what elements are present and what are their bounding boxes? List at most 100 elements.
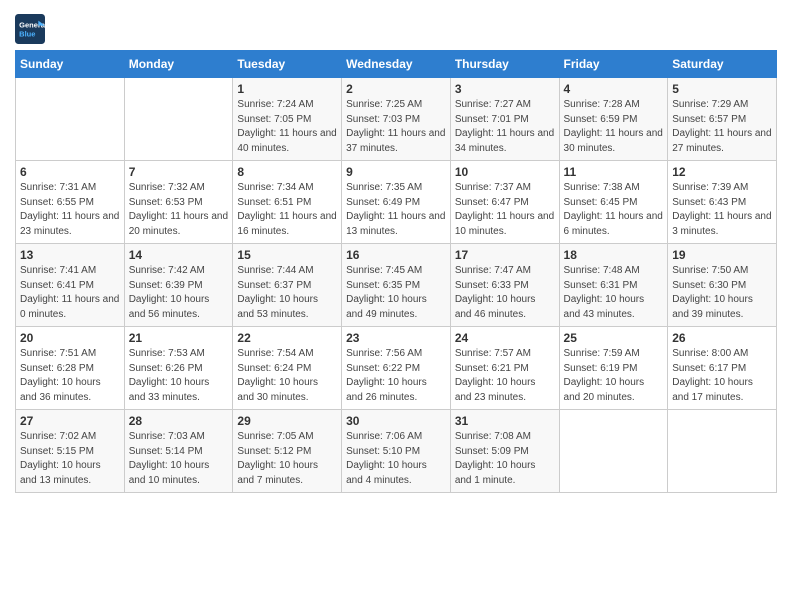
- day-header-wednesday: Wednesday: [342, 51, 451, 78]
- calendar-cell: 4 Sunrise: 7:28 AM Sunset: 6:59 PM Daylig…: [559, 78, 668, 161]
- calendar-week-row: 13 Sunrise: 7:41 AM Sunset: 6:41 PM Dayli…: [16, 244, 777, 327]
- calendar-cell: 5Sunrise: 7:29 AM Sunset: 6:57 PM Daylig…: [668, 78, 777, 161]
- logo-icon: General Blue: [15, 14, 45, 44]
- day-number: 10: [455, 165, 555, 179]
- calendar-cell: 13 Sunrise: 7:41 AM Sunset: 6:41 PM Dayli…: [16, 244, 125, 327]
- day-number: 13: [20, 248, 120, 262]
- day-header-saturday: Saturday: [668, 51, 777, 78]
- day-info: Sunrise: 7:28 AM Sunset: 6:59 PM Dayligh…: [564, 98, 664, 156]
- day-number: 5: [672, 82, 772, 96]
- logo: General Blue: [15, 14, 47, 44]
- page-header: General Blue: [15, 10, 777, 44]
- day-info: Sunrise: 7:24 AM Sunset: 7:05 PM Dayligh…: [237, 98, 337, 156]
- day-number: 23: [346, 331, 446, 345]
- day-number: 3: [455, 82, 555, 96]
- calendar-cell: 1Sunrise: 7:24 AM Sunset: 7:05 PM Daylig…: [233, 78, 342, 161]
- day-number: 28: [129, 414, 229, 428]
- calendar-cell: 29 Sunrise: 7:05 AM Sunset: 5:12 PM Dayli…: [233, 410, 342, 493]
- calendar-cell: [559, 410, 668, 493]
- day-info: Sunrise: 7:08 AM Sunset: 5:09 PM Dayligh…: [455, 430, 555, 488]
- day-number: 26: [672, 331, 772, 345]
- calendar-cell: 21Sunrise: 7:53 AM Sunset: 6:26 PM Dayli…: [124, 327, 233, 410]
- day-info: Sunrise: 7:35 AM Sunset: 6:49 PM Dayligh…: [346, 181, 446, 239]
- day-header-monday: Monday: [124, 51, 233, 78]
- calendar-table: SundayMondayTuesdayWednesdayThursdayFrid…: [15, 50, 777, 493]
- calendar-cell: 14 Sunrise: 7:42 AM Sunset: 6:39 PM Dayli…: [124, 244, 233, 327]
- day-header-thursday: Thursday: [450, 51, 559, 78]
- calendar-cell: 9 Sunrise: 7:35 AM Sunset: 6:49 PM Daylig…: [342, 161, 451, 244]
- day-info: Sunrise: 7:34 AM Sunset: 6:51 PM Dayligh…: [237, 181, 337, 239]
- day-number: 12: [672, 165, 772, 179]
- day-number: 8: [237, 165, 337, 179]
- day-info: Sunrise: 7:50 AM Sunset: 6:30 PM Dayligh…: [672, 264, 772, 322]
- calendar-cell: 16Sunrise: 7:45 AM Sunset: 6:35 PM Dayli…: [342, 244, 451, 327]
- day-number: 7: [129, 165, 229, 179]
- calendar-cell: 7Sunrise: 7:32 AM Sunset: 6:53 PM Daylig…: [124, 161, 233, 244]
- day-header-tuesday: Tuesday: [233, 51, 342, 78]
- calendar-cell: 6 Sunrise: 7:31 AM Sunset: 6:55 PM Daylig…: [16, 161, 125, 244]
- day-number: 20: [20, 331, 120, 345]
- calendar-cell: 20 Sunrise: 7:51 AM Sunset: 6:28 PM Dayli…: [16, 327, 125, 410]
- calendar-cell: [16, 78, 125, 161]
- calendar-cell: 27Sunrise: 7:02 AM Sunset: 5:15 PM Dayli…: [16, 410, 125, 493]
- day-info: Sunrise: 7:44 AM Sunset: 6:37 PM Dayligh…: [237, 264, 337, 322]
- day-info: Sunrise: 7:53 AM Sunset: 6:26 PM Dayligh…: [129, 347, 229, 405]
- day-info: Sunrise: 7:06 AM Sunset: 5:10 PM Dayligh…: [346, 430, 446, 488]
- day-number: 16: [346, 248, 446, 262]
- day-info: Sunrise: 7:27 AM Sunset: 7:01 PM Dayligh…: [455, 98, 555, 156]
- day-header-friday: Friday: [559, 51, 668, 78]
- calendar-cell: 23 Sunrise: 7:56 AM Sunset: 6:22 PM Dayli…: [342, 327, 451, 410]
- day-info: Sunrise: 7:39 AM Sunset: 6:43 PM Dayligh…: [672, 181, 772, 239]
- calendar-header-row: SundayMondayTuesdayWednesdayThursdayFrid…: [16, 51, 777, 78]
- day-info: Sunrise: 7:56 AM Sunset: 6:22 PM Dayligh…: [346, 347, 446, 405]
- calendar-cell: 15 Sunrise: 7:44 AM Sunset: 6:37 PM Dayli…: [233, 244, 342, 327]
- day-header-sunday: Sunday: [16, 51, 125, 78]
- day-info: Sunrise: 7:03 AM Sunset: 5:14 PM Dayligh…: [129, 430, 229, 488]
- calendar-cell: [668, 410, 777, 493]
- day-number: 15: [237, 248, 337, 262]
- day-number: 27: [20, 414, 120, 428]
- day-number: 17: [455, 248, 555, 262]
- day-info: Sunrise: 7:59 AM Sunset: 6:19 PM Dayligh…: [564, 347, 664, 405]
- day-number: 11: [564, 165, 664, 179]
- day-number: 29: [237, 414, 337, 428]
- calendar-cell: 22Sunrise: 7:54 AM Sunset: 6:24 PM Dayli…: [233, 327, 342, 410]
- calendar-cell: 25 Sunrise: 7:59 AM Sunset: 6:19 PM Dayli…: [559, 327, 668, 410]
- calendar-cell: 26 Sunrise: 8:00 AM Sunset: 6:17 PM Dayli…: [668, 327, 777, 410]
- calendar-cell: 31 Sunrise: 7:08 AM Sunset: 5:09 PM Dayli…: [450, 410, 559, 493]
- day-info: Sunrise: 7:31 AM Sunset: 6:55 PM Dayligh…: [20, 181, 120, 239]
- day-number: 25: [564, 331, 664, 345]
- day-info: Sunrise: 7:48 AM Sunset: 6:31 PM Dayligh…: [564, 264, 664, 322]
- day-info: Sunrise: 7:51 AM Sunset: 6:28 PM Dayligh…: [20, 347, 120, 405]
- calendar-cell: 19 Sunrise: 7:50 AM Sunset: 6:30 PM Dayli…: [668, 244, 777, 327]
- calendar-cell: 18 Sunrise: 7:48 AM Sunset: 6:31 PM Dayli…: [559, 244, 668, 327]
- day-number: 9: [346, 165, 446, 179]
- day-info: Sunrise: 7:42 AM Sunset: 6:39 PM Dayligh…: [129, 264, 229, 322]
- day-info: Sunrise: 7:25 AM Sunset: 7:03 PM Dayligh…: [346, 98, 446, 156]
- calendar-cell: 8 Sunrise: 7:34 AM Sunset: 6:51 PM Daylig…: [233, 161, 342, 244]
- day-number: 4: [564, 82, 664, 96]
- calendar-cell: 11Sunrise: 7:38 AM Sunset: 6:45 PM Dayli…: [559, 161, 668, 244]
- calendar-week-row: 27Sunrise: 7:02 AM Sunset: 5:15 PM Dayli…: [16, 410, 777, 493]
- day-info: Sunrise: 8:00 AM Sunset: 6:17 PM Dayligh…: [672, 347, 772, 405]
- calendar-cell: 12 Sunrise: 7:39 AM Sunset: 6:43 PM Dayli…: [668, 161, 777, 244]
- calendar-cell: 30Sunrise: 7:06 AM Sunset: 5:10 PM Dayli…: [342, 410, 451, 493]
- calendar-cell: 2 Sunrise: 7:25 AM Sunset: 7:03 PM Daylig…: [342, 78, 451, 161]
- day-info: Sunrise: 7:47 AM Sunset: 6:33 PM Dayligh…: [455, 264, 555, 322]
- day-info: Sunrise: 7:57 AM Sunset: 6:21 PM Dayligh…: [455, 347, 555, 405]
- calendar-cell: [124, 78, 233, 161]
- day-number: 6: [20, 165, 120, 179]
- day-info: Sunrise: 7:41 AM Sunset: 6:41 PM Dayligh…: [20, 264, 120, 322]
- calendar-week-row: 6 Sunrise: 7:31 AM Sunset: 6:55 PM Daylig…: [16, 161, 777, 244]
- day-number: 2: [346, 82, 446, 96]
- day-info: Sunrise: 7:05 AM Sunset: 5:12 PM Dayligh…: [237, 430, 337, 488]
- calendar-week-row: 20 Sunrise: 7:51 AM Sunset: 6:28 PM Dayli…: [16, 327, 777, 410]
- day-number: 18: [564, 248, 664, 262]
- day-info: Sunrise: 7:37 AM Sunset: 6:47 PM Dayligh…: [455, 181, 555, 239]
- calendar-cell: 24Sunrise: 7:57 AM Sunset: 6:21 PM Dayli…: [450, 327, 559, 410]
- calendar-cell: 3 Sunrise: 7:27 AM Sunset: 7:01 PM Daylig…: [450, 78, 559, 161]
- day-number: 14: [129, 248, 229, 262]
- day-number: 19: [672, 248, 772, 262]
- calendar-cell: 17 Sunrise: 7:47 AM Sunset: 6:33 PM Dayli…: [450, 244, 559, 327]
- day-number: 31: [455, 414, 555, 428]
